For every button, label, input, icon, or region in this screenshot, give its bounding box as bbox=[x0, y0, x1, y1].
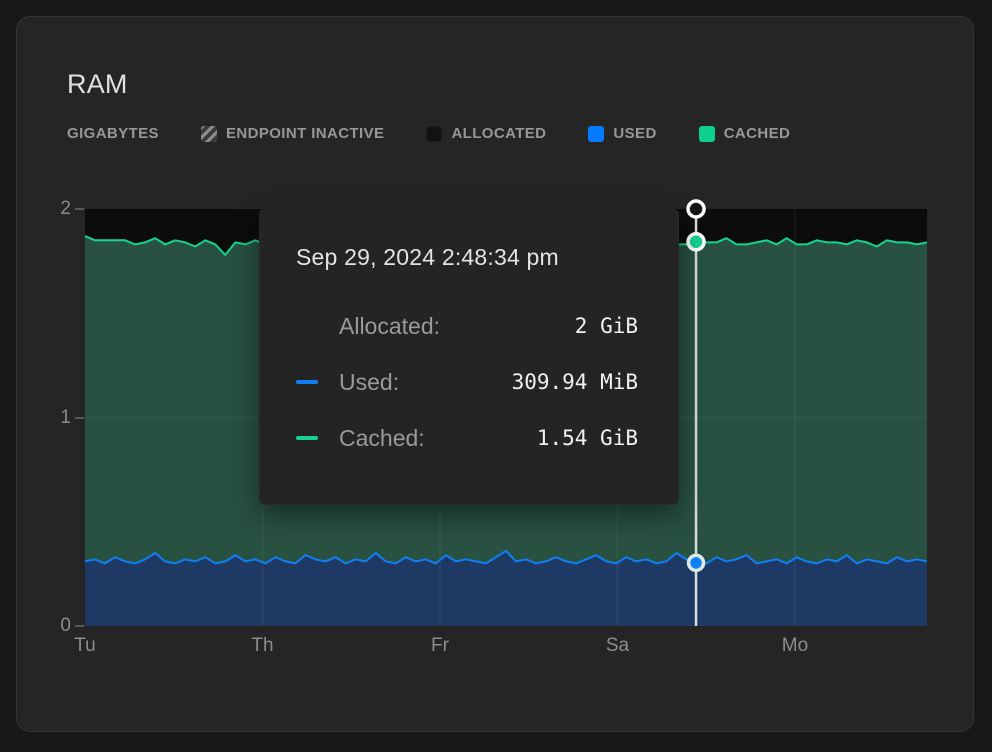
allocated-swatch-icon bbox=[426, 126, 442, 142]
legend-item-label: ALLOCATED bbox=[451, 125, 546, 142]
tooltip-label: Used: bbox=[339, 369, 399, 396]
metrics-page: RAM GIGABYTES ENDPOINT INACTIVE ALLOCATE… bbox=[0, 0, 992, 752]
tooltip-label: Cached: bbox=[339, 425, 425, 452]
y-tick-label: 1 bbox=[31, 407, 84, 429]
y-tick-mark bbox=[75, 417, 84, 419]
legend-item-label: CACHED bbox=[724, 125, 791, 142]
tooltip-timestamp: Sep 29, 2024 2:48:34 pm bbox=[296, 244, 638, 271]
cached-dash-icon bbox=[296, 436, 318, 440]
y-tick-mark bbox=[75, 625, 84, 627]
legend-item-allocated[interactable]: ALLOCATED bbox=[426, 125, 546, 142]
legend-item-used[interactable]: USED bbox=[588, 125, 656, 142]
tooltip-row-allocated: Allocated: 2 GiB bbox=[296, 309, 638, 343]
tooltip-row-cached: Cached: 1.54 GiB bbox=[296, 421, 638, 455]
legend-unit-label: GIGABYTES bbox=[67, 125, 159, 142]
x-tick-label: Tu bbox=[50, 635, 120, 657]
tooltip-value: 2 GiB bbox=[575, 314, 638, 338]
chart-legend: GIGABYTES ENDPOINT INACTIVE ALLOCATED US… bbox=[67, 125, 790, 142]
ram-metric-card: RAM GIGABYTES ENDPOINT INACTIVE ALLOCATE… bbox=[16, 16, 974, 732]
legend-item-cached[interactable]: CACHED bbox=[699, 125, 791, 142]
legend-item-endpoint-inactive[interactable]: ENDPOINT INACTIVE bbox=[201, 125, 384, 142]
cached-swatch-icon bbox=[699, 126, 715, 142]
legend-item-label: ENDPOINT INACTIVE bbox=[226, 125, 384, 142]
y-tick-label: 0 bbox=[31, 615, 84, 637]
y-tick-mark bbox=[75, 208, 84, 210]
x-tick-label: Sa bbox=[582, 635, 652, 657]
tooltip-row-used: Used: 309.94 MiB bbox=[296, 365, 638, 399]
tooltip-label: Allocated: bbox=[339, 313, 440, 340]
x-tick-label: Th bbox=[227, 635, 297, 657]
endpoint-inactive-swatch-icon bbox=[201, 126, 217, 142]
y-tick-label: 2 bbox=[31, 198, 84, 220]
tooltip-value: 1.54 GiB bbox=[537, 426, 638, 450]
used-dash-icon bbox=[296, 380, 318, 384]
tooltip-value: 309.94 MiB bbox=[512, 370, 638, 394]
legend-item-label: USED bbox=[613, 125, 656, 142]
x-tick-label: Mo bbox=[760, 635, 830, 657]
used-swatch-icon bbox=[588, 126, 604, 142]
card-title: RAM bbox=[67, 69, 128, 100]
chart-tooltip: Sep 29, 2024 2:48:34 pm Allocated: 2 GiB… bbox=[259, 209, 679, 505]
x-tick-label: Fr bbox=[405, 635, 475, 657]
